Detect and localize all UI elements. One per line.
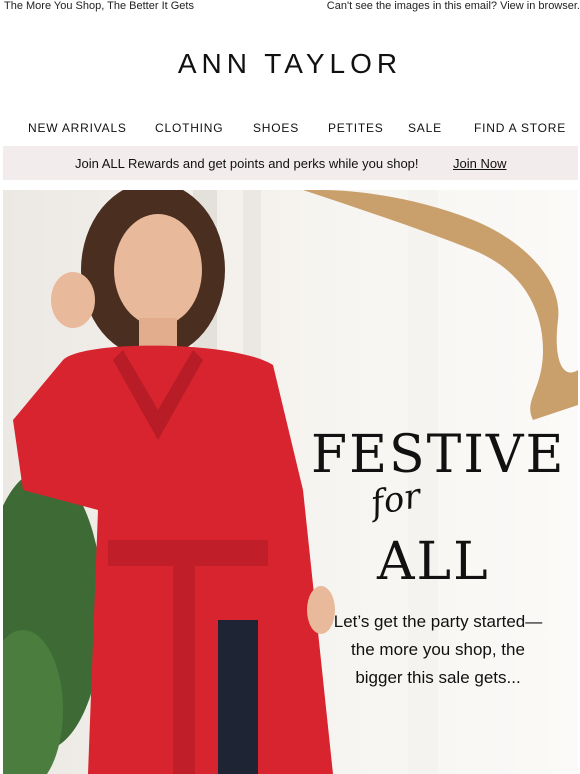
- gold-ribbon: [303, 190, 578, 420]
- nav-item-shoes[interactable]: SHOES: [253, 121, 299, 135]
- main-nav: NEW ARRIVALS CLOTHING SHOES PETITES SALE…: [0, 121, 580, 139]
- hero-headline-all: ALL: [377, 532, 490, 592]
- hero-headline-festive: FESTIVE: [311, 425, 566, 485]
- hero-body-copy: Let’s get the party started—the more you…: [333, 612, 543, 687]
- hero-headline-for: for: [367, 476, 424, 524]
- nav-item-new-arrivals[interactable]: NEW ARRIVALS: [28, 121, 127, 135]
- hero-banner[interactable]: FESTIVE for ALL Let’s get the party star…: [3, 190, 578, 774]
- nav-item-sale[interactable]: SALE: [408, 121, 442, 135]
- rewards-banner: Join ALL Rewards and get points and perk…: [3, 146, 578, 180]
- belt-tie: [173, 560, 195, 774]
- nav-item-petites[interactable]: PETITES: [328, 121, 384, 135]
- join-now-link[interactable]: Join Now: [453, 156, 506, 171]
- nav-item-clothing[interactable]: CLOTHING: [155, 121, 223, 135]
- navy-pants: [218, 620, 258, 774]
- model-hand: [307, 586, 335, 634]
- preheader-tagline: The More You Shop, The Better It Gets: [4, 0, 194, 12]
- brand-logo[interactable]: ANN TAYLOR: [0, 48, 580, 80]
- model-neck: [139, 318, 177, 348]
- view-in-browser-link[interactable]: Can't see the images in this email? View…: [327, 0, 580, 12]
- rewards-message: Join ALL Rewards and get points and perk…: [75, 156, 419, 171]
- nav-item-find-a-store[interactable]: FIND A STORE: [474, 121, 566, 135]
- model-face: [114, 214, 202, 326]
- preheader: The More You Shop, The Better It Gets Ca…: [0, 0, 580, 14]
- model-hand: [51, 272, 95, 328]
